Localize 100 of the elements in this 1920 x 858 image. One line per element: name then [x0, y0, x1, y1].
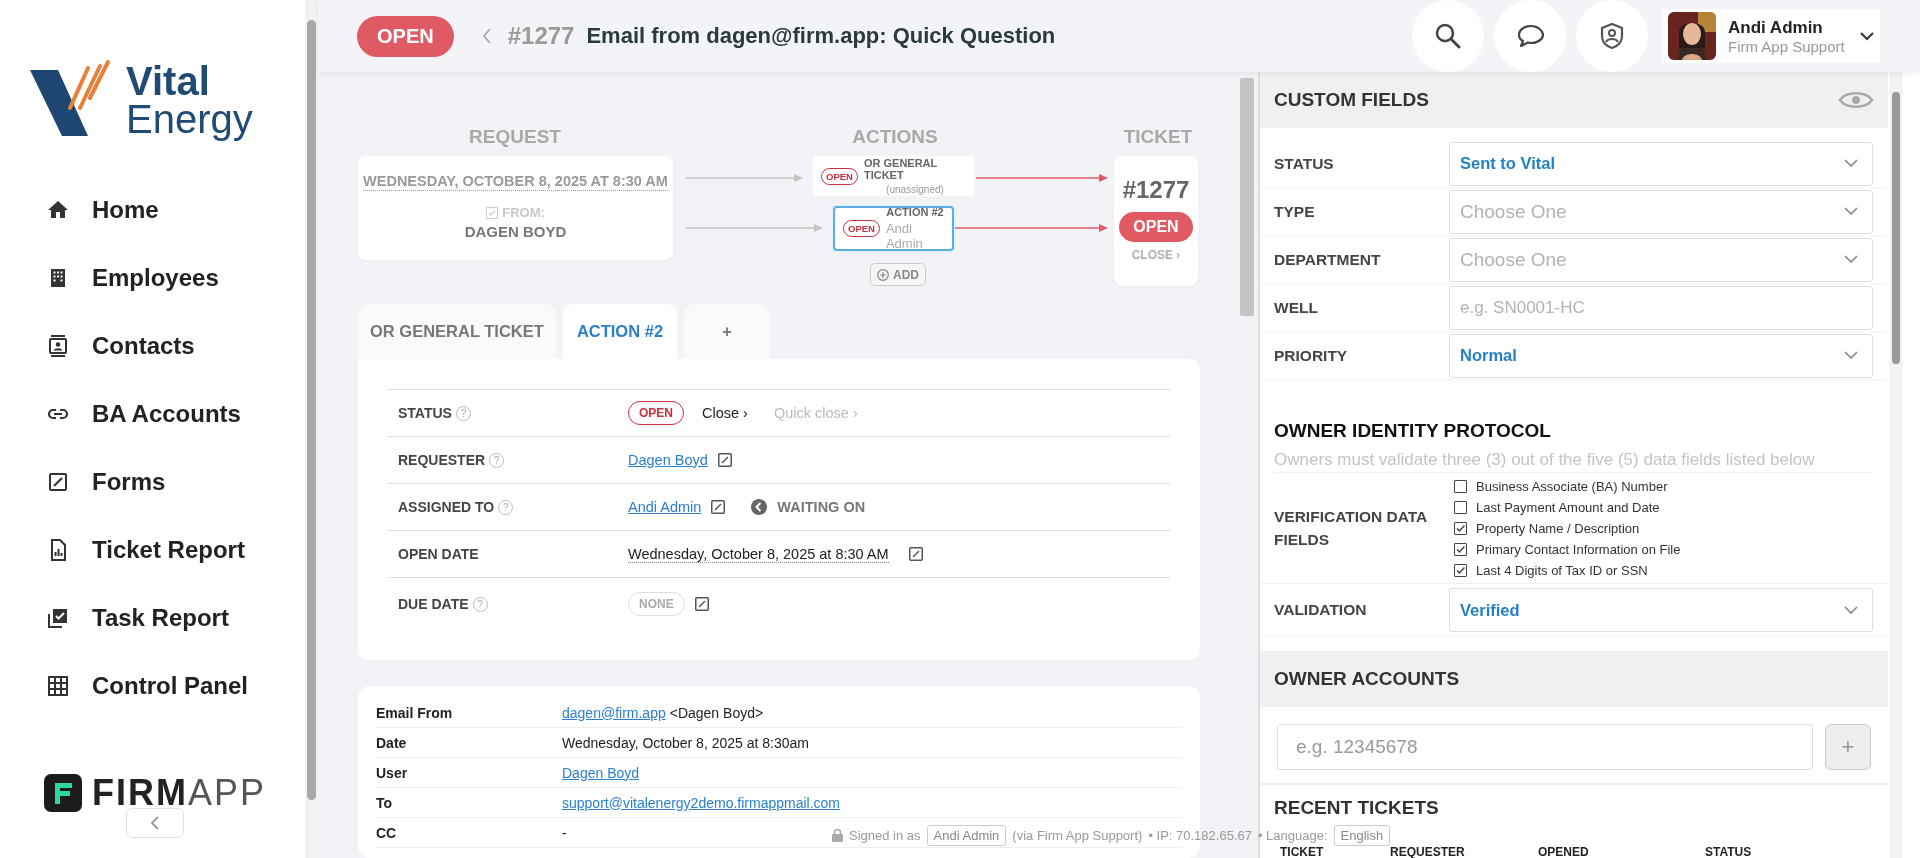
checkbox-label: Last 4 Digits of Tax ID or SSN: [1476, 562, 1648, 578]
email-label: Date: [376, 734, 408, 751]
email-value: Wednesday, October 8, 2025 at 8:30am: [562, 734, 809, 751]
field-label: ASSIGNED TO: [398, 499, 495, 515]
sidebar-item[interactable]: Forms: [0, 448, 305, 516]
email-link[interactable]: support@vitalenergy2demo.firmappmail.com: [562, 794, 840, 811]
brand-text: FIRM: [92, 772, 188, 814]
section-title: OWNER ACCOUNTS: [1274, 668, 1460, 690]
field-label: TYPE: [1274, 202, 1316, 221]
logo-text: Vital: [126, 62, 211, 100]
sidebar-item[interactable]: Task Report: [0, 584, 305, 652]
field-label: PRIORITY: [1274, 346, 1349, 365]
brand-logo-icon: [44, 774, 82, 812]
chat-bubble-icon: [1516, 22, 1544, 50]
select-field[interactable]: Sent to Vital: [1449, 141, 1873, 186]
email-label: To: [376, 794, 394, 811]
checkbox-label: Primary Contact Information on File: [1476, 541, 1681, 557]
ticket-number: #1277: [507, 22, 575, 50]
scrollbar[interactable]: [1240, 78, 1254, 316]
column-header: OPENED: [1538, 846, 1590, 858]
user-badge: Andi Admin: [926, 825, 1007, 846]
user-menu[interactable]: Andi Admin Firm App Support: [1662, 9, 1880, 63]
chevron-down-icon: [1844, 159, 1858, 168]
checkbox[interactable]: [1454, 563, 1467, 577]
chevron-down-icon: [1844, 351, 1858, 360]
sidebar-item[interactable]: Employees: [0, 244, 305, 312]
shield-user-icon: [1598, 22, 1626, 50]
language-badge[interactable]: English: [1333, 825, 1391, 846]
plus-circle-icon: [877, 268, 889, 281]
checkbox-icon: [486, 206, 499, 219]
waiting-on-label[interactable]: WAITING ON: [777, 499, 866, 515]
chevron-down-icon: [1844, 255, 1858, 264]
add-tab-button[interactable]: +: [684, 304, 771, 359]
edit-icon[interactable]: [908, 547, 923, 561]
search-icon: [1434, 22, 1462, 50]
tab[interactable]: ACTION #2: [562, 304, 678, 359]
field-label: VALIDATION: [1274, 601, 1368, 619]
edit-icon: [46, 470, 70, 494]
edit-icon[interactable]: [711, 500, 726, 514]
requester-link[interactable]: Dagen Boyd: [628, 452, 708, 468]
column-heading: TICKET: [1123, 126, 1193, 148]
add-action-button[interactable]: ADD: [870, 263, 926, 286]
signed-in-text: Signed in as: [849, 828, 921, 843]
field-label: VERIFICATION DATA FIELDS: [1274, 507, 1428, 550]
email-link[interactable]: dagen@firm.app: [562, 704, 666, 721]
chevron-down-icon: [1844, 605, 1858, 615]
column-heading: REQUEST: [469, 126, 561, 148]
email-link[interactable]: Dagen Boyd: [562, 764, 640, 781]
action-title: ACTION #2: [886, 206, 944, 218]
select-field[interactable]: Verified: [1449, 588, 1873, 632]
checkbox[interactable]: [1454, 479, 1467, 493]
request-date: WEDNESDAY, OCTOBER 8, 2025 AT 8:30 AM: [363, 173, 668, 191]
contact-card-icon: [46, 334, 70, 358]
language-label: • Language:: [1257, 828, 1328, 843]
action-node[interactable]: OPEN OR GENERAL TICKET (unassigned): [813, 156, 974, 196]
instruction-text: Owners must validate three (3) out of the five (5) data fields listed below: [1274, 450, 1874, 473]
close-link[interactable]: CLOSE ›: [1131, 248, 1181, 262]
account-number-field[interactable]: e.g. 12345678: [1277, 724, 1813, 770]
sidebar-item[interactable]: Ticket Report: [0, 516, 305, 584]
grid-icon: [46, 674, 70, 698]
action-title: OR GENERAL TICKET: [863, 157, 939, 181]
requester-name: DAGEN BOYD: [464, 223, 567, 240]
action-node[interactable]: OPEN ACTION #2 Andi Admin: [833, 206, 954, 251]
chevron-down-icon: [1844, 207, 1858, 216]
column-header: TICKET: [1280, 846, 1325, 858]
chevron-down-icon: [1860, 31, 1874, 41]
checkbox[interactable]: [1454, 521, 1467, 535]
lock-icon: [832, 829, 843, 842]
ticket-number: #1277: [1122, 176, 1190, 204]
sidebar-item[interactable]: BA Accounts: [0, 380, 305, 448]
via-text: (via Firm App Support): [1012, 828, 1143, 843]
add-button[interactable]: +: [1825, 724, 1871, 770]
close-link[interactable]: Close ›: [702, 405, 748, 421]
text-field[interactable]: e.g. SN0001-HC: [1449, 285, 1873, 330]
column-header: STATUS: [1705, 846, 1752, 858]
sidebar-item[interactable]: Home: [0, 176, 305, 244]
tab[interactable]: OR GENERAL TICKET: [358, 304, 556, 359]
scrollbar[interactable]: [1890, 72, 1902, 858]
scrollbar[interactable]: [305, 0, 318, 858]
column-heading: ACTIONS: [852, 126, 938, 148]
edit-icon[interactable]: [694, 597, 709, 611]
checkbox[interactable]: [1454, 500, 1467, 514]
section-title: RECENT TICKETS: [1274, 797, 1439, 819]
open-date: Wednesday, October 8, 2025 at 8:30 AM: [628, 545, 889, 563]
action-subtitle: (unassigned): [886, 184, 944, 195]
assignee-link[interactable]: Andi Admin: [628, 499, 702, 515]
sidebar-item[interactable]: Control Panel: [0, 652, 305, 720]
user-name: Andi Admin: [1728, 17, 1824, 38]
section-title: OWNER IDENTITY PROTOCOL: [1274, 420, 1552, 442]
field-label: OPEN DATE: [398, 546, 479, 562]
brand-text: APP: [188, 772, 267, 814]
field-label: STATUS: [1274, 154, 1335, 173]
checkbox[interactable]: [1454, 542, 1467, 556]
edit-icon[interactable]: [717, 453, 732, 467]
field-label: DEPARTMENT: [1274, 250, 1382, 269]
checkbox-label: Last Payment Amount and Date: [1476, 499, 1660, 515]
email-label: Email From: [376, 704, 454, 721]
status-badge: OPEN: [1119, 212, 1193, 242]
select-field[interactable]: Normal: [1449, 333, 1873, 378]
sidebar-item[interactable]: Contacts: [0, 312, 305, 380]
